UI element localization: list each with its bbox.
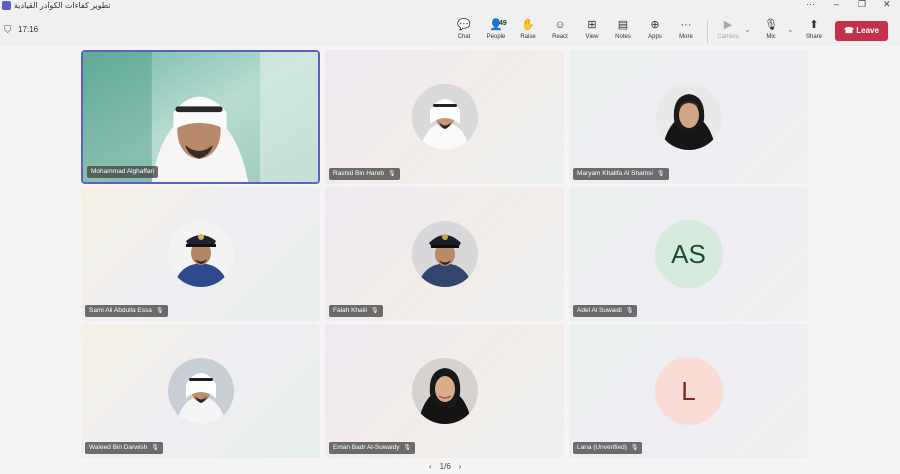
participant-name: Eman Badr Al-Suwaidy	[333, 444, 400, 451]
participant-name-tag: Lana (Unverified) 🎙	[573, 442, 643, 454]
apps-button[interactable]: ⊕ Apps	[640, 18, 670, 41]
raise-hand-button[interactable]: ✋ Raise	[513, 18, 543, 41]
officer-cap-portrait	[411, 221, 478, 287]
leave-button[interactable]: ☎ Leave	[835, 21, 888, 41]
camera-button[interactable]: ▶ Camera	[713, 18, 743, 41]
participant-name-tag: Rashid Bin Hareb 🎙	[329, 168, 400, 180]
man-ghutra-portrait	[167, 358, 234, 424]
grid-icon: ⊞	[587, 19, 597, 31]
man-ghutra-portrait	[411, 84, 478, 150]
participant-tile-video[interactable]: Mohammad Alghaffari	[81, 50, 320, 184]
mic-off-icon: 🎙	[155, 308, 164, 314]
mic-button[interactable]: 🎙 Mic	[756, 18, 786, 41]
participant-video-feed	[83, 52, 318, 182]
title-bar: تطوير كفاءات الكوادر القيادية ··· – ❐ ✕	[0, 0, 900, 12]
participant-avatar	[167, 221, 234, 287]
participant-name-tag: Waleed Bin Darwish 🎙	[85, 442, 163, 454]
officer-uniform-portrait	[167, 221, 234, 287]
participant-tile[interactable]: Eman Badr Al-Suwaidy 🎙	[325, 324, 564, 458]
teams-logo-icon	[2, 1, 11, 10]
next-page-chevron-icon[interactable]: ›	[459, 462, 462, 471]
participant-name: Sami Ali Abdulla Essa	[89, 307, 152, 314]
react-button[interactable]: ☺ React	[545, 18, 575, 41]
participant-avatar	[655, 84, 722, 150]
participant-name: Mohammad Alghaffari	[91, 168, 155, 175]
participant-avatar	[167, 358, 234, 424]
hang-up-icon: ☎	[844, 26, 855, 35]
participant-name: Adel Al Suwaidi	[577, 307, 622, 314]
participant-name-tag: Eman Badr Al-Suwaidy 🎙	[329, 442, 416, 454]
participant-name: Maryam Khalifa Al Shamsi	[577, 170, 653, 177]
participant-avatar	[411, 221, 478, 287]
participant-initials-avatar: AS	[654, 220, 723, 288]
smiley-icon: ☺	[554, 19, 566, 31]
notes-icon: ▤	[617, 19, 629, 31]
mic-off-icon: 🎙	[387, 171, 396, 177]
page-indicator: 1/6	[439, 462, 451, 471]
share-tray-icon: ⬆	[809, 19, 819, 31]
close-icon[interactable]: ✕	[883, 0, 891, 10]
participant-tile[interactable]: Sami Ali Abdulla Essa 🎙	[81, 187, 320, 321]
participant-name-tag: Mohammad Alghaffari	[87, 166, 159, 178]
woman-shayla-portrait	[411, 358, 478, 424]
participant-name: Waleed Bin Darwish	[89, 444, 148, 451]
previous-page-chevron-icon[interactable]: ‹	[429, 462, 432, 471]
ellipsis-icon: ···	[680, 19, 692, 31]
mic-options-chevron-icon[interactable]: ⌄	[787, 25, 794, 34]
mic-off-icon: 🎙	[151, 445, 159, 451]
camera-options-chevron-icon[interactable]: ⌄	[744, 25, 751, 34]
participant-tile[interactable]: Falah Khalil 🎙	[325, 187, 564, 321]
participant-tile[interactable]: Waleed Bin Darwish 🎙	[81, 324, 320, 458]
apps-icon: ⊕	[650, 19, 660, 31]
shield-icon: ⛉	[4, 25, 12, 36]
window-title: تطوير كفاءات الكوادر القيادية	[14, 1, 111, 10]
participant-tile[interactable]: Rashid Bin Hareb 🎙	[325, 50, 564, 184]
participant-name: Rashid Bin Hareb	[333, 170, 384, 177]
participant-name: Falah Khalil	[333, 307, 367, 314]
gallery-pager: ‹ 1/6 ›	[425, 462, 465, 471]
toolbar-divider	[707, 21, 708, 43]
participant-tile[interactable]: L Lana (Unverified) 🎙	[569, 324, 808, 458]
meeting-timer: 17:16	[18, 25, 39, 34]
participant-name-tag: Maryam Khalifa Al Shamsi 🎙	[573, 168, 669, 180]
hand-icon: ✋	[521, 19, 535, 31]
people-count: 49	[499, 20, 507, 27]
mic-off-icon: 🎙	[370, 308, 379, 314]
mic-off-icon: 🎙	[625, 308, 634, 314]
window-more-icon[interactable]: ···	[806, 0, 815, 10]
participant-name: Lana (Unverified)	[577, 444, 627, 451]
participant-name-tag: Falah Khalil 🎙	[329, 305, 383, 317]
participant-tile[interactable]: AS Adel Al Suwaidi 🎙	[569, 187, 808, 321]
participant-name-tag: Adel Al Suwaidi 🎙	[573, 305, 638, 317]
chat-icon: 💬	[457, 19, 471, 31]
chat-button[interactable]: 💬 Chat	[449, 18, 479, 41]
minimize-icon[interactable]: –	[834, 0, 839, 10]
mic-off-icon: 🎙	[403, 445, 412, 451]
participant-name-tag: Sami Ali Abdulla Essa 🎙	[85, 305, 168, 317]
participant-avatar	[411, 84, 478, 150]
more-button[interactable]: ··· More	[671, 18, 701, 41]
woman-shayla-portrait	[655, 84, 722, 150]
restore-icon[interactable]: ❐	[858, 0, 866, 10]
notes-button[interactable]: ▤ Notes	[608, 18, 638, 41]
mic-off-icon: 🎙	[656, 171, 665, 177]
participant-tile[interactable]: Maryam Khalifa Al Shamsi 🎙	[569, 50, 808, 184]
participant-initials-avatar: L	[654, 357, 723, 425]
view-button[interactable]: ⊞ View	[577, 18, 607, 41]
mic-off-icon: 🎙	[630, 445, 639, 451]
meeting-toolbar: ⛉ 17:16 💬 Chat 👤 People 49 ✋ Raise ☺ Rea…	[0, 12, 900, 46]
share-button[interactable]: ⬆ Share	[799, 18, 829, 41]
participant-avatar	[411, 358, 478, 424]
mic-off-icon: 🎙	[764, 19, 778, 31]
camera-off-icon: ▶	[723, 19, 733, 31]
